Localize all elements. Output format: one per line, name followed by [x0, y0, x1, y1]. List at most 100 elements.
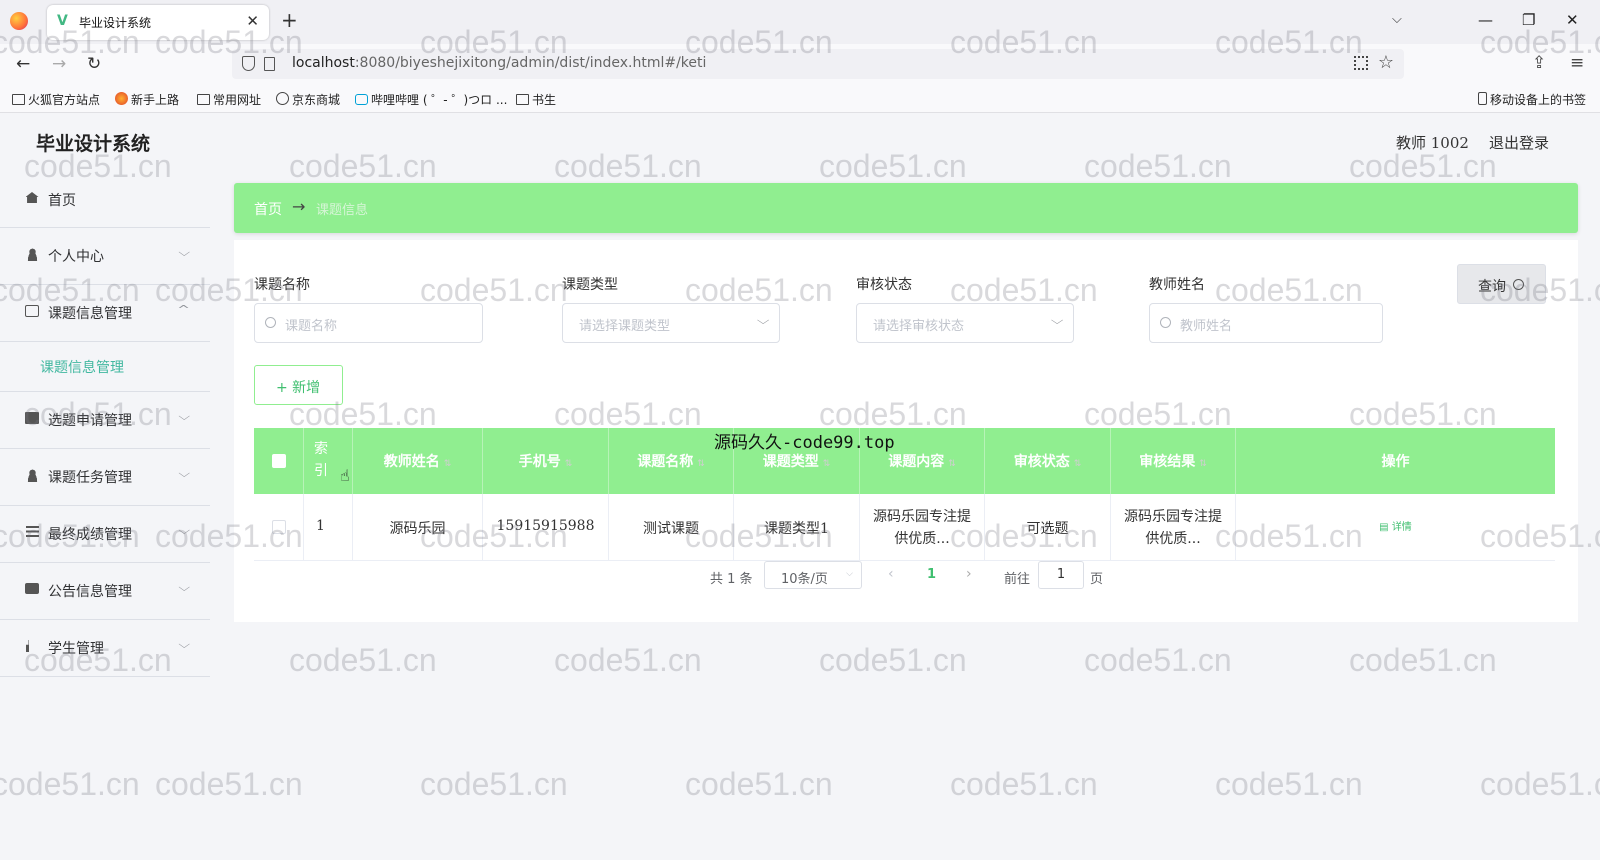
breadcrumb-current: 课题信息 [316, 203, 369, 218]
cell-result: 源码乐园专注提供优质... [1111, 494, 1236, 561]
detail-button[interactable]: ▤ 详情 [1242, 518, 1549, 533]
forward-arrow-icon[interactable]: → [52, 54, 66, 74]
window-close-icon[interactable]: ✕ [1566, 11, 1579, 29]
breadcrumb: 首页 → 课题信息 [234, 183, 1578, 233]
tab-close-icon[interactable]: ✕ [246, 12, 259, 30]
sidebar-item-grades[interactable]: 最终成绩管理 ⌵ [0, 506, 210, 563]
book-icon [25, 412, 39, 426]
mobile-bookmarks[interactable]: 移动设备上的书签 [1478, 91, 1586, 108]
sort-icon[interactable]: ⇅ [1199, 459, 1207, 469]
sort-icon[interactable]: ⇅ [444, 459, 452, 469]
cell-content: 源码乐园专注提供优质... [860, 494, 985, 561]
row-select-cell [254, 494, 304, 561]
sort-icon[interactable]: ⇅ [823, 459, 831, 469]
sort-icon[interactable]: ⇅ [948, 459, 956, 469]
review-status-select[interactable]: 请选择审核状态 ⌵ [856, 303, 1074, 343]
current-user: 教师 1002 [1396, 134, 1469, 152]
next-page-icon[interactable]: › [966, 566, 972, 582]
row-checkbox[interactable] [272, 520, 286, 534]
sidebar-item-home[interactable]: 首页 [0, 175, 210, 228]
sidebar-item-profile[interactable]: 个人中心 ⌵ [0, 228, 210, 285]
qr-code-icon[interactable] [1354, 56, 1368, 70]
add-button-label: + 新增 [276, 380, 321, 396]
bookmark-star-icon[interactable]: ☆ [1378, 52, 1394, 73]
folder-icon [197, 94, 210, 105]
teacher-name-placeholder: 教师姓名 [1180, 319, 1233, 334]
sidebar-item-application[interactable]: 选题申请管理 ⌵ [0, 392, 210, 449]
chevron-up-icon: ^ [176, 303, 190, 316]
new-tab-button[interactable]: + [281, 10, 298, 30]
logout-link[interactable]: 退出登录 [1489, 132, 1549, 153]
column-header-status[interactable]: 审核状态 ⇅ [985, 428, 1111, 494]
vue-favicon-icon: V [57, 13, 68, 29]
menu-icon[interactable]: ≡ [1570, 54, 1584, 72]
sort-icon[interactable]: ⇅ [565, 459, 573, 469]
column-header-phone[interactable]: 手机号 ⇅ [483, 428, 609, 494]
url-bar[interactable]: localhost:8080/biyeshejixitong/admin/dis… [232, 49, 1404, 79]
select-all-checkbox[interactable] [272, 454, 286, 468]
cell-topic: 测试课题 [609, 494, 734, 561]
sidebar-item-label: 最终成绩管理 [48, 527, 132, 543]
select-all-column [254, 428, 304, 494]
column-header-result[interactable]: 审核结果 ⇅ [1111, 428, 1236, 494]
query-button[interactable]: 查询 [1457, 264, 1546, 304]
cell-actions: ▤ 详情 [1236, 494, 1555, 561]
sidebar-item-topic-management[interactable]: 课题信息管理 ^ [0, 285, 210, 342]
browser-tab[interactable]: V 毕业设计系统 ✕ [47, 5, 269, 40]
bookmark-item[interactable]: 书生 [516, 91, 556, 108]
cell-index: 1 [304, 494, 353, 561]
extensions-icon[interactable]: ⇪ [1532, 54, 1546, 72]
search-icon [1160, 317, 1171, 328]
user-icon [25, 469, 39, 483]
tracking-shield-icon[interactable] [242, 56, 255, 71]
list-tabs-chevron-icon[interactable]: ⌵ [1392, 12, 1402, 27]
watermark: code51.cn [0, 766, 140, 802]
sidebar-subitem-topic-info[interactable]: 课题信息管理 [0, 342, 210, 392]
teacher-name-input[interactable]: 教师姓名 [1149, 303, 1383, 343]
bookmark-item[interactable]: 常用网址 [197, 91, 261, 108]
sidebar-item-announcements[interactable]: 公告信息管理 ⌵ [0, 563, 210, 620]
bookmark-item[interactable]: 新手上路 [115, 91, 179, 108]
main-panel: 课题名称 课题名称 课题类型 请选择课题类型 ⌵ 审核状态 请选择审核状态 ⌵ … [234, 240, 1578, 622]
prev-page-icon[interactable]: ‹ [888, 566, 894, 582]
filter-label-topic-type: 课题类型 [562, 277, 618, 293]
watermark: code51.cn [819, 642, 967, 678]
add-button[interactable]: + 新增 [254, 365, 343, 405]
page-size-value: 10条/页 [781, 572, 828, 587]
breadcrumb-home[interactable]: 首页 [254, 199, 282, 219]
topic-table: 索引 教师姓名 ⇅ 手机号 ⇅ 课题名称 ⇅ 课题类型 ⇅ 课题内容 ⇅ 审核状态 ⇅ 审核… [254, 428, 1555, 561]
restore-icon[interactable]: ❐ [1522, 11, 1535, 29]
minimize-icon[interactable]: — [1478, 11, 1493, 29]
reload-icon[interactable]: ↻ [87, 54, 101, 74]
url-text[interactable]: localhost:8080/biyeshejixitong/admin/dis… [292, 55, 706, 71]
sidebar-item-task[interactable]: 课题任务管理 ⌵ [0, 449, 210, 506]
page-number-current[interactable]: 1 [927, 567, 936, 582]
pagination: 共 1 条 10条/页 ⌵ ‹ 1 › 前往 1 页 [234, 560, 1578, 590]
sidebar-item-students[interactable]: 学生管理 ⌵ [0, 620, 210, 677]
chevron-down-icon: ⌵ [177, 581, 190, 594]
topic-name-input[interactable]: 课题名称 [254, 303, 483, 343]
topic-type-placeholder: 请选择课题类型 [579, 319, 671, 334]
watermark: code51.cn [155, 766, 303, 802]
firefox-logo-icon[interactable] [10, 12, 28, 30]
search-icon [1513, 279, 1524, 290]
page-size-select[interactable]: 10条/页 ⌵ [764, 561, 862, 589]
bookmark-item[interactable]: 京东商城 [276, 91, 340, 108]
sidebar-menu: 首页 个人中心 ⌵ 课题信息管理 ^ 课题信息管理 选题申请管理 ⌵ 课题任务管… [0, 175, 210, 677]
topic-type-select[interactable]: 请选择课题类型 ⌵ [562, 303, 780, 343]
goto-page-input[interactable]: 1 [1038, 561, 1084, 589]
page-info-icon[interactable] [264, 57, 275, 71]
back-arrow-icon[interactable]: ← [16, 54, 30, 74]
sort-icon[interactable]: ⇅ [697, 459, 705, 469]
bookmarks-toolbar: 火狐官方站点 新手上路 常用网址 京东商城 哔哩哔哩 ( ゜- ゜)つロ ...… [0, 84, 1600, 113]
watermark: code51.cn [420, 766, 568, 802]
browser-tab-bar: V 毕业设计系统 ✕ + ⌵ — ❐ ✕ [0, 0, 1600, 44]
sort-icon[interactable]: ⇅ [1074, 459, 1082, 469]
breadcrumb-separator: → [292, 197, 306, 216]
topic-name-placeholder: 课题名称 [285, 319, 338, 334]
review-status-placeholder: 请选择审核状态 [873, 319, 965, 334]
bookmark-item[interactable]: 火狐官方站点 [12, 91, 100, 108]
column-header-teacher[interactable]: 教师姓名 ⇅ [353, 428, 483, 494]
bookmark-item[interactable]: 哔哩哔哩 ( ゜- ゜)つロ ... [355, 91, 507, 108]
watermark: code51.cn [685, 766, 833, 802]
